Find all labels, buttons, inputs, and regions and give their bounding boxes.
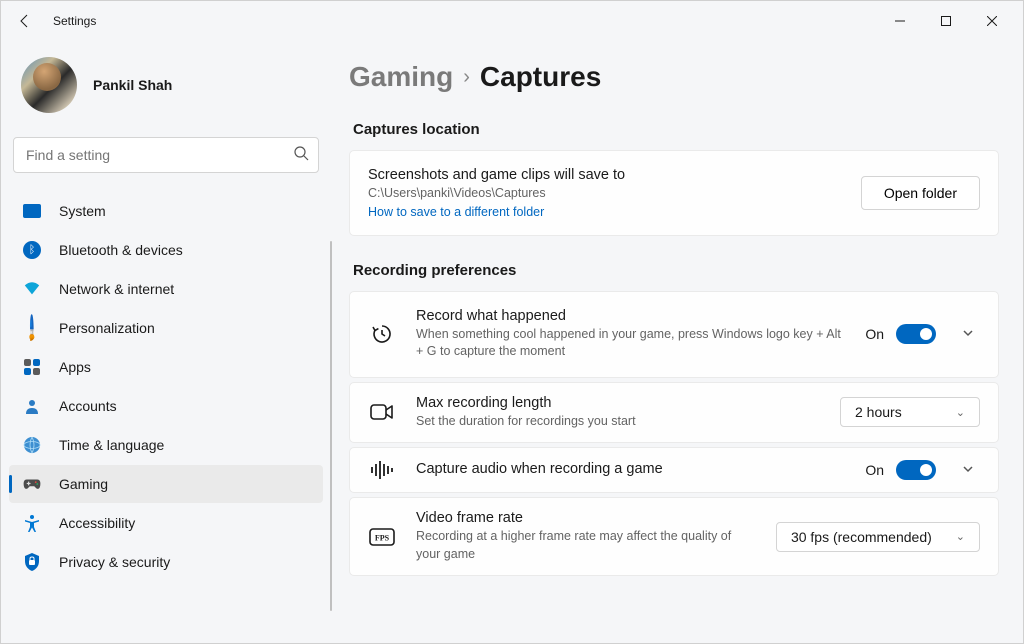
max-length-select[interactable]: 2 hours ⌄ <box>840 397 980 427</box>
captures-location-path: C:\Users\panki\Videos\Captures <box>368 185 841 203</box>
shield-icon <box>23 553 41 571</box>
search-input[interactable] <box>13 137 319 173</box>
max-recording-length-card: Max recording length Set the duration fo… <box>349 382 999 444</box>
close-button[interactable] <box>969 5 1015 37</box>
sidebar: Pankil Shah System ᛒ Bluetooth & devices… <box>1 41 331 643</box>
wifi-icon <box>23 280 41 298</box>
toggle-state-label: On <box>865 462 884 478</box>
avatar <box>21 57 77 113</box>
toggle-state-label: On <box>865 326 884 342</box>
sidebar-item-bluetooth[interactable]: ᛒ Bluetooth & devices <box>9 231 323 269</box>
section-recording-preferences: Recording preferences <box>353 262 999 279</box>
breadcrumb: Gaming › Captures <box>349 61 999 93</box>
chevron-down-icon: ⌄ <box>956 530 965 543</box>
bluetooth-icon: ᛒ <box>23 241 41 259</box>
fps-value: 30 fps (recommended) <box>791 529 932 545</box>
sidebar-item-accounts[interactable]: Accounts <box>9 387 323 425</box>
open-folder-button[interactable]: Open folder <box>861 176 980 210</box>
audio-toggle[interactable] <box>896 460 936 480</box>
maximize-button[interactable] <box>923 5 969 37</box>
gamepad-icon <box>23 475 41 493</box>
minimize-button[interactable] <box>877 5 923 37</box>
record-toggle[interactable] <box>896 324 936 344</box>
history-icon <box>368 322 396 346</box>
link-save-different-folder[interactable]: How to save to a different folder <box>368 205 544 219</box>
record-what-happened-card: Record what happened When something cool… <box>349 291 999 378</box>
chevron-down-icon: ⌄ <box>956 406 965 419</box>
sidebar-item-label: System <box>59 203 106 219</box>
captures-location-text: Screenshots and game clips will save to <box>368 167 841 183</box>
apps-icon <box>23 358 41 376</box>
sidebar-item-label: Apps <box>59 359 91 375</box>
annotation-arrow <box>1015 273 1023 413</box>
globe-clock-icon <box>23 436 41 454</box>
svg-text:FPS: FPS <box>375 533 390 542</box>
paintbrush-icon: 🖌️ <box>19 315 44 340</box>
sidebar-item-label: Bluetooth & devices <box>59 242 183 258</box>
sidebar-item-system[interactable]: System <box>9 192 323 230</box>
sidebar-item-label: Accounts <box>59 398 117 414</box>
fps-icon: FPS <box>368 528 396 546</box>
search-icon <box>293 145 309 164</box>
sidebar-item-label: Gaming <box>59 476 108 492</box>
fps-select[interactable]: 30 fps (recommended) ⌄ <box>776 522 980 552</box>
camera-icon <box>368 402 396 422</box>
sidebar-item-accessibility[interactable]: Accessibility <box>9 504 323 542</box>
fps-sub: Recording at a higher frame rate may aff… <box>416 528 756 563</box>
section-captures-location: Captures location <box>353 121 999 138</box>
sidebar-item-personalization[interactable]: 🖌️ Personalization <box>9 309 323 347</box>
display-icon <box>23 202 41 220</box>
expand-chevron[interactable] <box>956 462 980 478</box>
profile-block[interactable]: Pankil Shah <box>9 41 323 137</box>
content-area: Gaming › Captures Captures location Scre… <box>331 41 1023 643</box>
chevron-right-icon: › <box>463 66 470 89</box>
max-length-sub: Set the duration for recordings you star… <box>416 413 820 431</box>
sidebar-item-label: Personalization <box>59 320 155 336</box>
profile-name: Pankil Shah <box>93 77 172 93</box>
max-length-value: 2 hours <box>855 404 902 420</box>
sidebar-item-label: Network & internet <box>59 281 174 297</box>
capture-audio-title: Capture audio when recording a game <box>416 461 845 477</box>
accessibility-icon <box>23 514 41 532</box>
fps-title: Video frame rate <box>416 510 756 526</box>
breadcrumb-parent[interactable]: Gaming <box>349 61 453 93</box>
nav-list: System ᛒ Bluetooth & devices Network & i… <box>9 191 323 582</box>
sidebar-item-label: Privacy & security <box>59 554 170 570</box>
sidebar-item-gaming[interactable]: Gaming <box>9 465 323 503</box>
record-what-happened-sub: When something cool happened in your gam… <box>416 326 845 361</box>
record-what-happened-title: Record what happened <box>416 308 845 324</box>
capture-audio-card: Capture audio when recording a game On <box>349 447 999 493</box>
max-length-title: Max recording length <box>416 395 820 411</box>
sidebar-item-label: Accessibility <box>59 515 135 531</box>
video-frame-rate-card: FPS Video frame rate Recording at a high… <box>349 497 999 576</box>
sidebar-item-apps[interactable]: Apps <box>9 348 323 386</box>
audio-wave-icon <box>368 460 396 480</box>
page-title: Captures <box>480 61 601 93</box>
sidebar-item-network[interactable]: Network & internet <box>9 270 323 308</box>
sidebar-item-privacy[interactable]: Privacy & security <box>9 543 323 581</box>
captures-location-card: Screenshots and game clips will save to … <box>349 150 999 236</box>
expand-chevron[interactable] <box>956 326 980 342</box>
window-title: Settings <box>53 14 96 28</box>
accounts-icon <box>23 397 41 415</box>
sidebar-item-time[interactable]: Time & language <box>9 426 323 464</box>
back-button[interactable] <box>9 5 41 37</box>
sidebar-item-label: Time & language <box>59 437 164 453</box>
